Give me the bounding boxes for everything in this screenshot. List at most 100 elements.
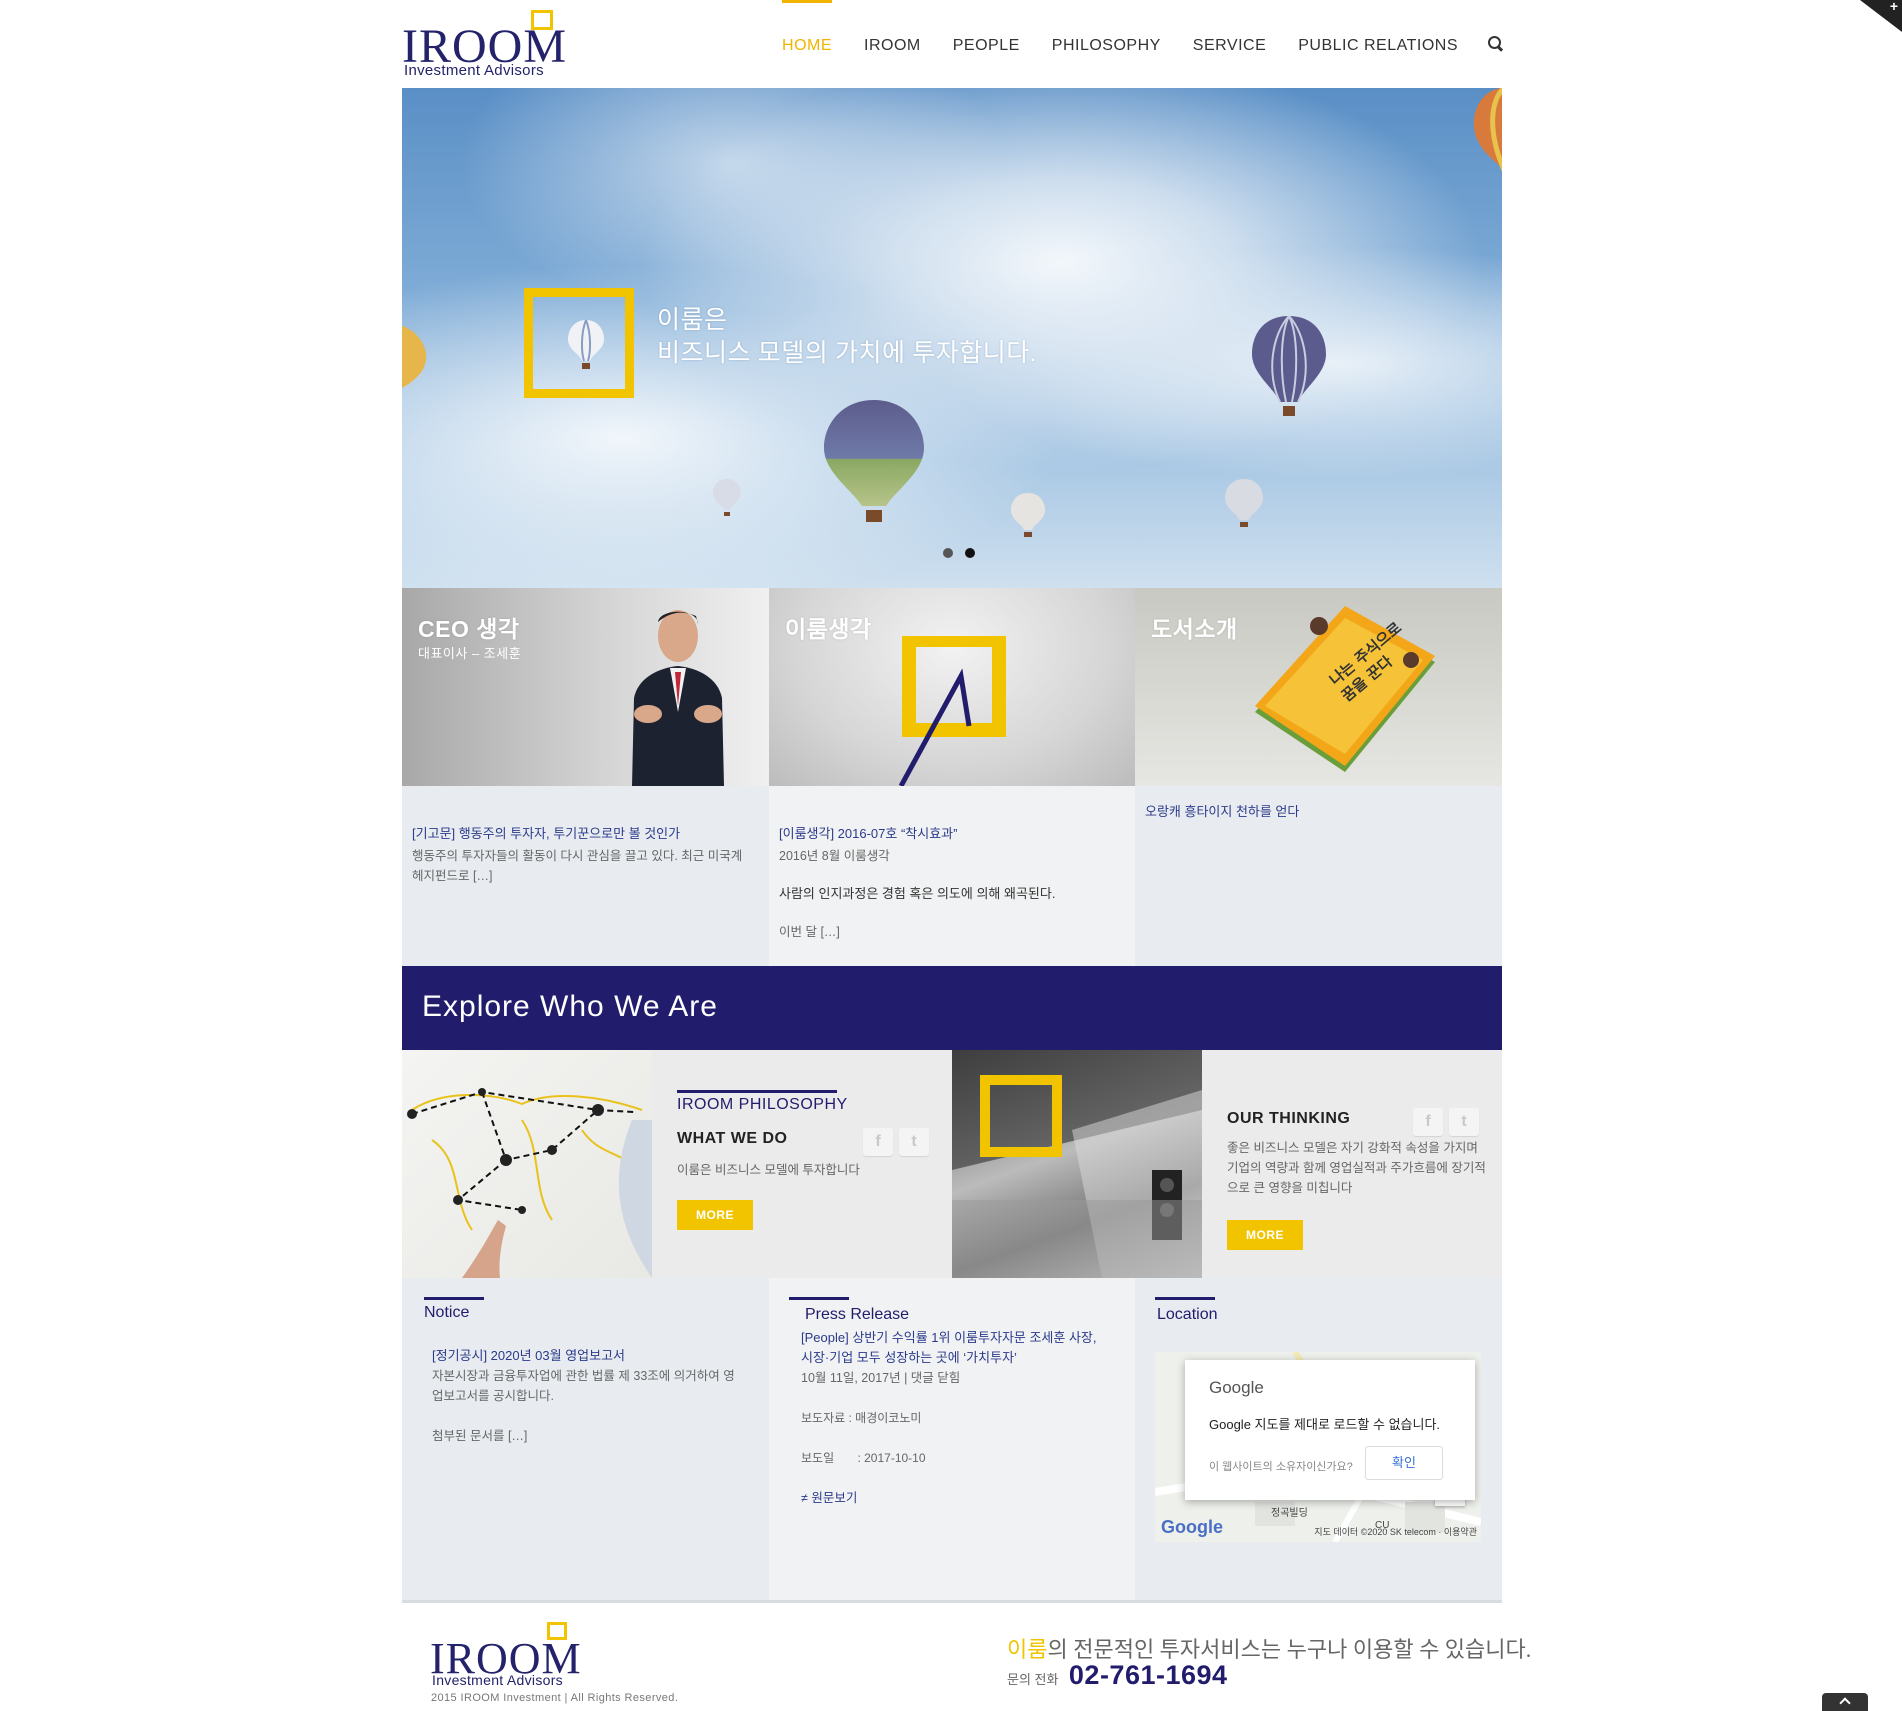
footer-logo[interactable]: IROOM Investment Advisors bbox=[430, 1622, 590, 1694]
link-icon: ≠ bbox=[801, 1491, 812, 1505]
map-owner-question[interactable]: 이 웹사이트의 소유자이신가요? bbox=[1209, 1458, 1353, 1474]
google-logo: Google bbox=[1161, 1517, 1223, 1537]
iroom-thought-image: 이룸생각 bbox=[769, 588, 1135, 786]
card-book-link[interactable]: 오랑캐 흥타이지 천하를 얻다 bbox=[1145, 802, 1488, 822]
card-iroom-thought[interactable]: 이룸생각 [이룸생각] 2016-07호 “착시효과” 2016년 8월 이룸생… bbox=[769, 588, 1135, 966]
hot-air-balloon-image bbox=[1252, 315, 1326, 416]
hero-line-1: 이룸은 bbox=[657, 307, 728, 334]
card-books[interactable]: 나는 주식으로 꿈을 꾼다 도서소개 오랑캐 흥타이지 천하를 얻다 bbox=[1135, 588, 1502, 966]
slogan-text: 의 전문적인 투자서비스는 누구나 이용할 수 있습니다. bbox=[1047, 1637, 1532, 1662]
map-attribution[interactable]: 지도 데이터 ©2020 SK telecom · 이용약관 bbox=[1314, 1525, 1477, 1538]
hot-air-balloon-image bbox=[1473, 88, 1502, 171]
location-title: Location bbox=[1157, 1306, 1218, 1323]
nav-public-relations[interactable]: PUBLIC RELATIONS bbox=[1298, 0, 1458, 88]
hero-slider: 이룸은 비즈니스 모델의 가치에 투자합니다. bbox=[402, 88, 1502, 588]
notice-title: Notice bbox=[424, 1304, 470, 1321]
phone-number[interactable]: 02-761-1694 bbox=[1069, 1660, 1228, 1690]
card-subtitle: 대표이사 – 조세훈 bbox=[418, 646, 522, 661]
card-lead: 사람의 인지과정은 경험 혹은 의도에 의해 왜곡된다. bbox=[779, 886, 1056, 901]
share-buttons: f t bbox=[857, 1128, 929, 1156]
section-rule bbox=[424, 1297, 484, 1300]
phone-label: 문의 전화 bbox=[1007, 1672, 1059, 1687]
card-excerpt: 이번 달 […] bbox=[779, 925, 840, 939]
hot-air-balloon-image bbox=[1225, 479, 1263, 527]
ceo-portrait-image bbox=[632, 610, 724, 786]
hero-headline: 이룸은 비즈니스 모델의 가치에 투자합니다. bbox=[657, 304, 1037, 370]
press-source: 보도자료 : 매경이코노미 bbox=[801, 1411, 922, 1425]
philosophy-more-button[interactable]: MORE bbox=[677, 1200, 753, 1230]
book-image: 나는 주식으로 꿈을 꾼다 도서소개 bbox=[1135, 588, 1502, 786]
back-to-top-button[interactable] bbox=[1822, 1693, 1868, 1711]
card-body: [기고문] 행동주의 투자자, 투기꾼으로만 볼 것인가 행동주의 투자자들의 … bbox=[412, 824, 755, 886]
footer-rule bbox=[402, 1600, 1502, 1603]
philosophy-desc: 이룸은 비즈니스 모델에 투자합니다 bbox=[677, 1163, 860, 1177]
share-buttons: f t bbox=[1407, 1108, 1479, 1136]
google-map[interactable]: 정곡빌딩 CU Google 지도 데이터 ©2020 SK telecom ·… bbox=[1155, 1352, 1481, 1542]
notice-text: 자본시장과 금융투자업에 관한 법률 제 33조에 의거하여 영업보고서를 공시… bbox=[432, 1369, 735, 1403]
hot-air-balloon-image bbox=[1011, 493, 1045, 537]
plus-icon[interactable]: + bbox=[1890, 0, 1898, 14]
slider-dot-1[interactable] bbox=[943, 548, 953, 558]
book-cover-image: 나는 주식으로 꿈을 꾼다 bbox=[1255, 606, 1435, 772]
press-link[interactable]: [People] 상반기 수익률 1위 이룸투자자문 조세훈 사장, 시장·기업… bbox=[801, 1328, 1105, 1368]
card-ceo[interactable]: CEO 생각 대표이사 – 조세훈 [기고문] 행동주의 투자자, 투기꾼으로만… bbox=[402, 588, 769, 966]
ceo-photo: CEO 생각 대표이사 – 조세훈 bbox=[402, 588, 769, 786]
city-photo bbox=[952, 1050, 1202, 1278]
search-icon[interactable] bbox=[1488, 36, 1504, 52]
twitter-icon[interactable]: t bbox=[899, 1128, 929, 1156]
thinking-more-button[interactable]: MORE bbox=[1227, 1220, 1303, 1250]
slider-dots bbox=[937, 548, 981, 558]
location-column: Location 정곡빌딩 CU Google 지도 데이터 ©2020 SK … bbox=[1135, 1278, 1502, 1600]
section-rule bbox=[789, 1297, 849, 1300]
nav-philosophy[interactable]: PHILOSOPHY bbox=[1052, 0, 1161, 88]
world-map-drawing bbox=[407, 1088, 652, 1278]
press-original-link[interactable]: ≠ 원문보기 bbox=[801, 1488, 1105, 1508]
facebook-icon[interactable]: f bbox=[1413, 1108, 1443, 1136]
logo-tagline: Investment Advisors bbox=[432, 1672, 563, 1688]
press-body: [People] 상반기 수익률 1위 이룸투자자문 조세훈 사장, 시장·기업… bbox=[801, 1328, 1105, 1508]
card-body: 오랑캐 흥타이지 천하를 얻다 bbox=[1145, 802, 1488, 824]
thinking-desc: 좋은 비즈니스 모델은 자기 강화적 속성을 가지며 기업의 역량과 함께 영업… bbox=[1227, 1141, 1486, 1195]
card-body: [이룸생각] 2016-07호 “착시효과” 2016년 8월 이룸생각 사람의… bbox=[779, 824, 1121, 942]
card-article-link[interactable]: [기고문] 행동주의 투자자, 투기꾼으로만 볼 것인가 bbox=[412, 824, 755, 844]
notice-column: Notice [정기공시] 2020년 03월 영업보고서 자본시장과 금융투자… bbox=[402, 1278, 769, 1600]
notice-body: [정기공시] 2020년 03월 영업보고서 자본시장과 금융투자업에 관한 법… bbox=[432, 1346, 739, 1446]
map-label-building: 정곡빌딩 bbox=[1271, 1508, 1308, 1519]
card-title: 이룸생각 bbox=[785, 616, 872, 642]
nav-home[interactable]: HOME bbox=[782, 0, 833, 88]
notice-more[interactable]: 첨부된 문서를 […] bbox=[432, 1429, 527, 1443]
press-column: Press Release [People] 상반기 수익률 1위 이룸투자자문… bbox=[769, 1278, 1135, 1600]
twitter-icon[interactable]: t bbox=[1449, 1108, 1479, 1136]
hero-line-2: 비즈니스 모델의 가치에 투자합니다. bbox=[657, 340, 1037, 367]
card-title: 도서소개 bbox=[1151, 616, 1238, 642]
nav-service[interactable]: SERVICE bbox=[1193, 0, 1266, 88]
philosophy-panel: IROOM PHILOSOPHY WHAT WE DO f t 이룸은 비즈니스… bbox=[652, 1050, 952, 1278]
main-nav: HOME IROOM PEOPLE PHILOSOPHY SERVICE PUB… bbox=[750, 0, 1504, 88]
corner-fold[interactable]: + bbox=[1860, 0, 1902, 32]
card-meta: 2016년 8월 이룸생각 bbox=[779, 849, 890, 863]
explore-row: IROOM PHILOSOPHY WHAT WE DO f t 이룸은 비즈니스… bbox=[402, 1050, 1502, 1278]
site-logo[interactable]: IROOM Investment Advisors bbox=[402, 10, 566, 82]
card-title: CEO 생각 bbox=[418, 616, 520, 642]
card-article-link[interactable]: [이룸생각] 2016-07호 “착시효과” bbox=[779, 824, 1121, 844]
feature-cards: CEO 생각 대표이사 – 조세훈 [기고문] 행동주의 투자자, 투기꾼으로만… bbox=[402, 588, 1502, 966]
nav-iroom[interactable]: IROOM bbox=[864, 0, 921, 88]
facebook-icon[interactable]: f bbox=[863, 1128, 893, 1156]
hero-logo-frame bbox=[524, 288, 634, 398]
map-error-dialog: Google Google 지도를 제대로 로드할 수 없습니다. 이 웹사이트… bbox=[1185, 1360, 1475, 1500]
press-date: 보도일 : 2017-10-10 bbox=[801, 1451, 926, 1465]
thinking-panel: OUR THINKING f t 좋은 비즈니스 모델은 자기 강화적 속성을 … bbox=[1202, 1050, 1502, 1278]
logo-tagline: Investment Advisors bbox=[404, 62, 544, 79]
hot-air-balloon-image bbox=[402, 326, 427, 388]
explore-banner: Explore Who We Are bbox=[402, 966, 1502, 1050]
balloon-icon bbox=[568, 319, 604, 369]
press-title: Press Release bbox=[805, 1306, 910, 1323]
city-image bbox=[952, 1050, 1202, 1278]
notice-link[interactable]: [정기공시] 2020년 03월 영업보고서 bbox=[432, 1346, 739, 1366]
map-confirm-button[interactable]: 확인 bbox=[1365, 1446, 1443, 1480]
slider-dot-2[interactable] bbox=[965, 548, 975, 558]
nav-people[interactable]: PEOPLE bbox=[953, 0, 1020, 88]
press-meta: 10월 11일, 2017년 | 댓글 닫힘 bbox=[801, 1371, 961, 1385]
map-dialog-google: Google bbox=[1209, 1378, 1264, 1397]
explore-title: Explore Who We Are bbox=[422, 990, 718, 1023]
